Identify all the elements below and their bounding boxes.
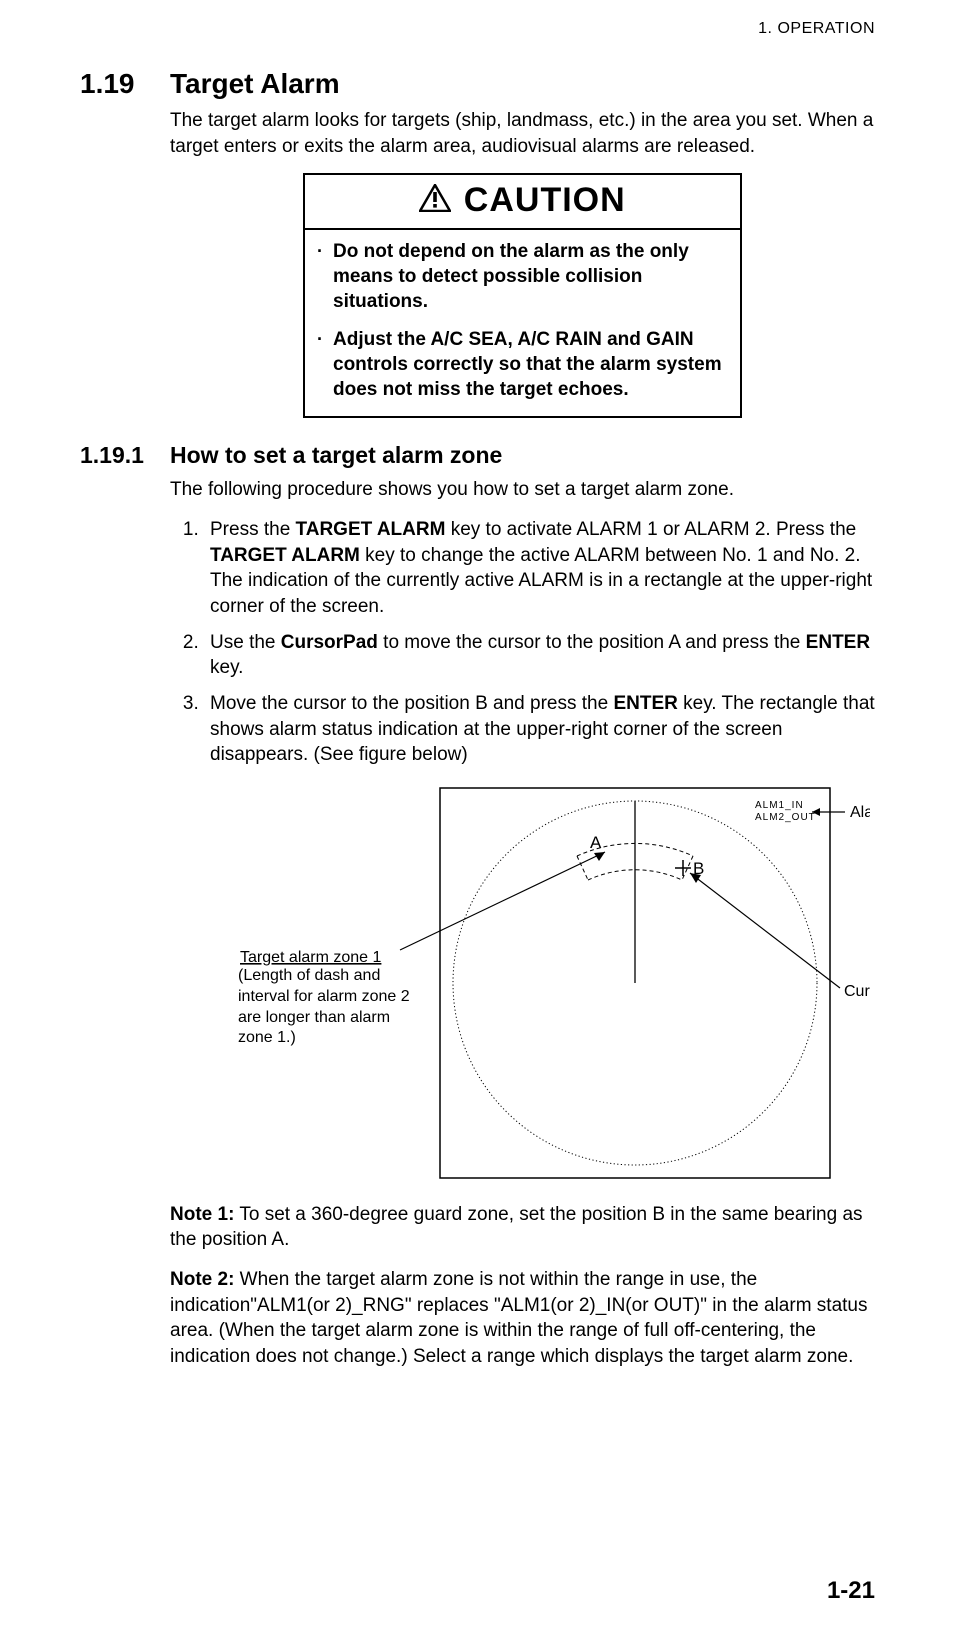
subsection-intro: The following procedure shows you how to… [170, 477, 875, 503]
caution-body: · Do not depend on the alarm as the only… [305, 230, 740, 416]
note-text: When the target alarm zone is not within… [170, 1269, 868, 1367]
alm1-text: ALM1_IN [755, 800, 804, 811]
step-text: key to activate ALARM 1 or ALARM 2. Pres… [445, 519, 856, 540]
caution-header: CAUTION [305, 175, 740, 230]
cursor-callout: Cursor [844, 983, 870, 1000]
warning-icon [419, 184, 451, 217]
note-label: Note 2: [170, 1269, 234, 1290]
subsection-heading: 1.19.1 How to set a target alarm zone [80, 442, 875, 469]
note-1: Note 1: To set a 360-degree guard zone, … [170, 1202, 875, 1253]
section-intro: The target alarm looks for targets (ship… [170, 108, 875, 159]
caution-box: CAUTION · Do not depend on the alarm as … [303, 173, 742, 418]
alarm-status-callout: Alarm status [850, 804, 870, 821]
alarm-zone-figure: ALM1_IN ALM2_OUT A B [230, 778, 870, 1188]
subsection-title: How to set a target alarm zone [170, 442, 502, 469]
caution-text-2: Adjust the A/C SEA, A/C RAIN and GAIN co… [333, 328, 728, 402]
zone-desc-callout: (Length of dash and interval for alarm z… [238, 966, 413, 1049]
note-text: To set a 360-degree guard zone, set the … [170, 1204, 863, 1251]
caution-item: · Adjust the A/C SEA, A/C RAIN and GAIN … [317, 328, 728, 402]
step-1: Press the TARGET ALARM key to activate A… [204, 517, 875, 620]
key-name: ENTER [613, 693, 677, 714]
bullet-icon: · [317, 328, 329, 402]
note-2: Note 2: When the target alarm zone is no… [170, 1267, 875, 1370]
subsection-number: 1.19.1 [80, 442, 170, 469]
step-text: key. [210, 657, 243, 678]
caution-item: · Do not depend on the alarm as the only… [317, 240, 728, 314]
step-2: Use the CursorPad to move the cursor to … [204, 630, 875, 681]
page-number: 1-21 [827, 1577, 875, 1605]
step-3: Move the cursor to the position B and pr… [204, 691, 875, 768]
procedure-list: Press the TARGET ALARM key to activate A… [170, 517, 875, 768]
section-number: 1.19 [80, 68, 170, 100]
zone-title-callout: Target alarm zone 1 [240, 949, 382, 966]
note-label: Note 1: [170, 1204, 234, 1225]
key-name: CursorPad [281, 632, 378, 653]
step-text: Use the [210, 632, 281, 653]
cursor-cross-icon [675, 860, 691, 876]
step-text: Press the [210, 519, 296, 540]
alm2-text: ALM2_OUT [755, 812, 816, 823]
point-a-label: A [590, 833, 602, 852]
key-name: TARGET ALARM [210, 545, 360, 566]
key-name: ENTER [806, 632, 870, 653]
caution-label: CAUTION [464, 181, 626, 219]
key-name: TARGET ALARM [296, 519, 446, 540]
running-header: 1. OPERATION [80, 20, 875, 38]
step-text: Move the cursor to the position B and pr… [210, 693, 613, 714]
caution-text-1: Do not depend on the alarm as the only m… [333, 240, 728, 314]
section-title: Target Alarm [170, 68, 340, 100]
section-heading: 1.19 Target Alarm [80, 68, 875, 100]
bullet-icon: · [317, 240, 329, 314]
step-text: to move the cursor to the position A and… [378, 632, 806, 653]
